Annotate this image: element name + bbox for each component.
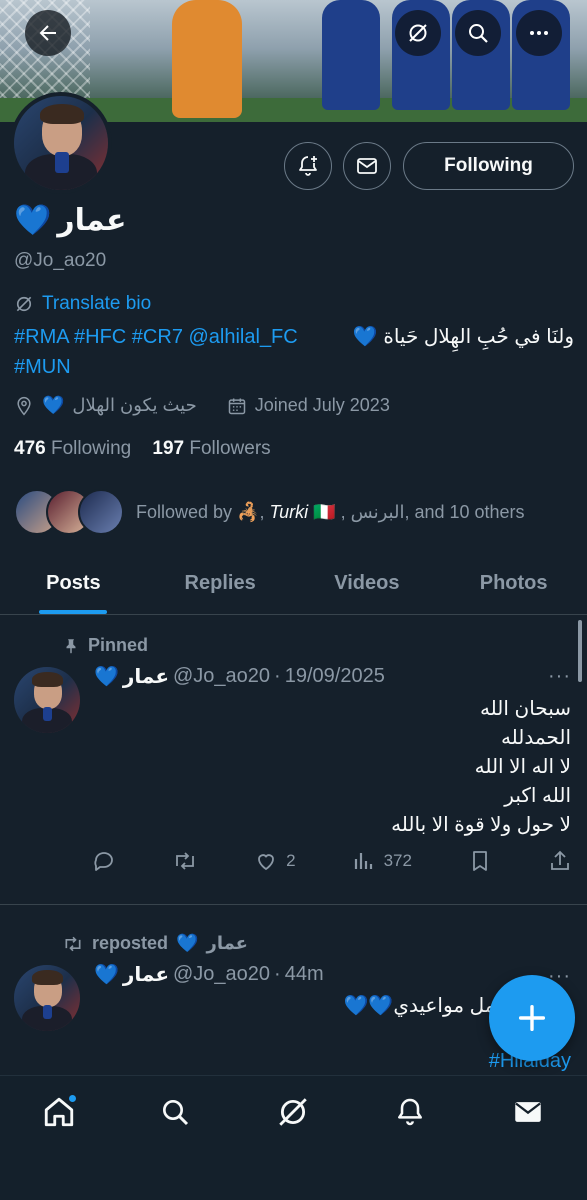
bio-tags[interactable]: #RMA #HFC #CR7 @alhilal_FC — [14, 322, 298, 352]
tweet-avatar[interactable] — [14, 667, 80, 733]
retweet-icon — [176, 852, 194, 870]
bookmark-button[interactable] — [468, 849, 492, 873]
following-stat[interactable]: 476 Following — [14, 438, 131, 459]
nav-home[interactable] — [39, 1092, 79, 1132]
display-name: عمار — [57, 204, 127, 237]
nav-messages[interactable] — [508, 1092, 548, 1132]
location-icon — [17, 396, 31, 415]
like-count: 2 — [286, 851, 296, 870]
tweet-header: 💙 عمار @Jo_ao20 · 44m — [94, 963, 324, 986]
search-button[interactable] — [455, 10, 501, 56]
grok-icon — [16, 296, 32, 312]
nav-notifications[interactable] — [390, 1092, 430, 1132]
tweet-time: 19/09/2025 — [284, 665, 385, 687]
following-button[interactable]: Following — [403, 142, 574, 190]
translate-bio-link[interactable]: Translate bio — [14, 293, 151, 315]
location-emoji: 💙 — [42, 395, 65, 415]
bookmark-icon — [473, 851, 487, 871]
home-notification-dot — [68, 1094, 77, 1103]
follower-avatar — [78, 489, 124, 535]
player-graphic — [322, 0, 380, 110]
name-emoji: 💙 — [14, 204, 52, 237]
profile-handle: @Jo_ao20 — [14, 250, 107, 271]
tweet-time: 44m — [284, 963, 324, 985]
grok-icon — [279, 1098, 307, 1126]
grok-icon — [409, 24, 427, 42]
compose-button[interactable] — [489, 975, 575, 1061]
message-button[interactable] — [343, 142, 391, 190]
reply-icon — [94, 852, 113, 871]
more-icon — [530, 31, 548, 35]
tweet-author-handle: @Jo_ao20 — [173, 963, 271, 985]
tweet-author-name: عمار — [122, 666, 169, 688]
profile-tabs: Posts Replies Videos Photos — [0, 553, 587, 615]
tweet-header: 💙 عمار @Jo_ao20 · 19/09/2025 — [94, 665, 385, 688]
tab-replies[interactable]: Replies — [147, 553, 294, 614]
notify-button[interactable] — [284, 142, 332, 190]
back-button[interactable] — [25, 10, 71, 56]
tweet-avatar[interactable] — [14, 965, 80, 1031]
location-text: حيث يكون الهلال — [72, 395, 197, 415]
back-arrow-icon — [39, 25, 56, 41]
notifications-icon — [398, 1098, 422, 1126]
bio-emoji: 💙 — [352, 326, 378, 348]
nav-search[interactable] — [155, 1092, 195, 1132]
views-button[interactable]: 372 — [352, 849, 412, 873]
tab-videos[interactable]: Videos — [294, 553, 441, 614]
followers-stat[interactable]: 197 Followers — [152, 438, 270, 459]
retweet-icon — [65, 936, 81, 951]
tweet-actions: 2 372 — [92, 849, 572, 873]
profile-name: 💙 عمار — [14, 203, 127, 238]
tab-posts[interactable]: Posts — [0, 553, 147, 614]
plus-icon — [518, 1004, 546, 1032]
profile-stats: 476 Following 197 Followers — [14, 438, 271, 460]
tweet-text: سبحان الله الحمدلله لا اله الا الله الله… — [391, 698, 571, 836]
translate-label: Translate bio — [42, 293, 152, 314]
profile-avatar[interactable] — [10, 92, 112, 194]
share-button[interactable] — [548, 849, 572, 873]
bio-hashtag-mun[interactable]: #MUN — [14, 352, 574, 382]
followed-by-text: Followed by 🦂, Turki 🇮🇹 , البرنس, and 10… — [136, 501, 525, 522]
search-icon — [163, 1100, 189, 1126]
mail-icon — [357, 158, 377, 174]
share-icon — [551, 850, 569, 870]
profile-bio: #RMA #HFC #CR7 @alhilal_FC 💙 ولنَا في حُ… — [14, 322, 574, 382]
bell-plus-icon — [299, 156, 317, 176]
grok-button[interactable] — [395, 10, 441, 56]
more-options-button[interactable] — [516, 10, 562, 56]
scrollbar[interactable] — [578, 620, 582, 682]
tweet-name-emoji: 💙 — [94, 666, 119, 688]
joined-date: Joined July 2023 — [254, 395, 390, 415]
tweet-name-emoji: 💙 — [94, 964, 119, 986]
heart-icon — [258, 854, 274, 871]
mail-icon — [515, 1102, 541, 1122]
followed-by[interactable]: Followed by 🦂, Turki 🇮🇹 , البرنس, and 10… — [14, 488, 584, 536]
bio-arabic: ولنَا في حُبِ الهِلال حَياة — [383, 326, 574, 348]
calendar-icon — [228, 398, 245, 414]
views-count: 372 — [383, 851, 412, 870]
nav-grok[interactable] — [273, 1092, 313, 1132]
bottom-navigation — [0, 1075, 587, 1200]
pinned-context: Pinned — [62, 635, 148, 656]
search-icon — [469, 24, 488, 43]
views-icon — [354, 853, 372, 869]
tweet-more-button[interactable]: ··· — [548, 665, 571, 688]
reply-button[interactable] — [92, 849, 116, 873]
like-button[interactable]: 2 — [254, 849, 296, 873]
pin-icon — [66, 638, 76, 653]
tweet-divider — [0, 904, 587, 905]
tweet-author-handle: @Jo_ao20 — [173, 665, 271, 687]
profile-meta: 💙 حيث يكون الهلال Joined July 2023 — [14, 395, 390, 416]
tab-photos[interactable]: Photos — [440, 553, 587, 614]
repost-context: reposted 💙 عمار — [62, 933, 248, 954]
retweet-button[interactable] — [172, 849, 198, 873]
goalkeeper-graphic — [172, 0, 242, 118]
tweet-author-name: عمار — [122, 964, 169, 986]
